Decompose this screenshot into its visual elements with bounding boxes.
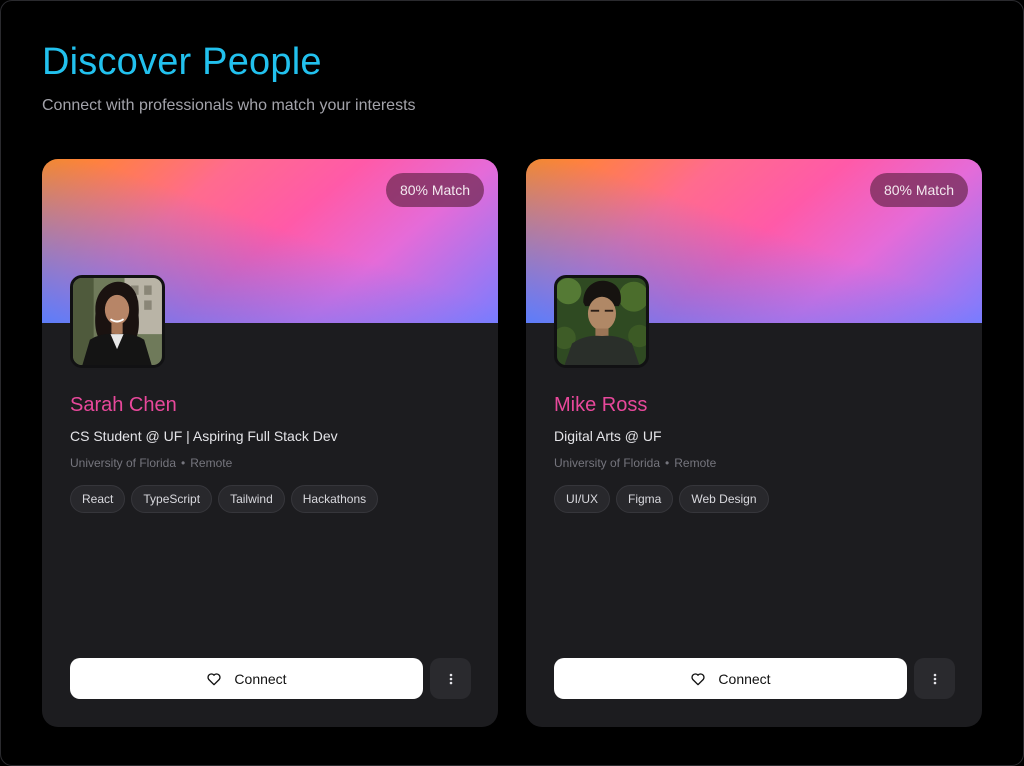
- interest-tag: Hackathons: [290, 485, 379, 513]
- interest-tag: React: [70, 485, 126, 513]
- page-title: Discover People: [42, 41, 322, 83]
- profile-meta: University of Florida • Remote: [70, 456, 232, 470]
- interest-tag: Tailwind: [218, 485, 285, 513]
- profile-location: Remote: [190, 456, 233, 470]
- connect-button[interactable]: Connect: [70, 658, 423, 699]
- avatar[interactable]: [70, 275, 165, 368]
- interest-tag: Figma: [616, 485, 674, 513]
- interest-tag: UI/UX: [554, 485, 611, 513]
- page-subtitle: Connect with professionals who match you…: [42, 97, 416, 114]
- meta-separator: •: [181, 456, 186, 470]
- more-vertical-icon: [449, 673, 452, 684]
- avatar-photo: [557, 278, 646, 365]
- meta-separator: •: [665, 456, 670, 470]
- heart-icon: [207, 672, 222, 685]
- interest-tag: TypeScript: [131, 485, 213, 513]
- more-vertical-icon: [933, 673, 936, 684]
- profile-location: Remote: [674, 456, 717, 470]
- interest-tags: UI/UX Figma Web Design: [554, 485, 769, 513]
- more-options-button[interactable]: [914, 658, 955, 699]
- connect-label: Connect: [718, 670, 771, 687]
- connect-label: Connect: [234, 670, 287, 687]
- connect-button[interactable]: Connect: [554, 658, 907, 699]
- more-options-button[interactable]: [430, 658, 471, 699]
- profile-card: 80% Match Mike Ross Digital Arts @ UF Un…: [526, 159, 982, 727]
- match-badge: 80% Match: [869, 173, 968, 207]
- profile-school: University of Florida: [70, 456, 177, 470]
- heart-icon: [691, 672, 706, 685]
- match-badge: 80% Match: [385, 173, 484, 207]
- profile-headline: CS Student @ UF | Aspiring Full Stack De…: [70, 428, 338, 444]
- profile-name[interactable]: Sarah Chen: [70, 394, 177, 417]
- app-window: Discover People Connect with professiona…: [0, 0, 1024, 766]
- interest-tags: React TypeScript Tailwind Hackathons: [70, 485, 379, 513]
- profile-name[interactable]: Mike Ross: [554, 394, 647, 417]
- avatar-photo: [73, 278, 162, 365]
- profile-card: 80% Match Sarah Chen CS Student @ UF | A…: [42, 159, 498, 727]
- avatar[interactable]: [554, 275, 649, 368]
- profile-meta: University of Florida • Remote: [554, 456, 716, 470]
- interest-tag: Web Design: [679, 485, 769, 513]
- profile-headline: Digital Arts @ UF: [554, 428, 662, 444]
- profile-school: University of Florida: [554, 456, 661, 470]
